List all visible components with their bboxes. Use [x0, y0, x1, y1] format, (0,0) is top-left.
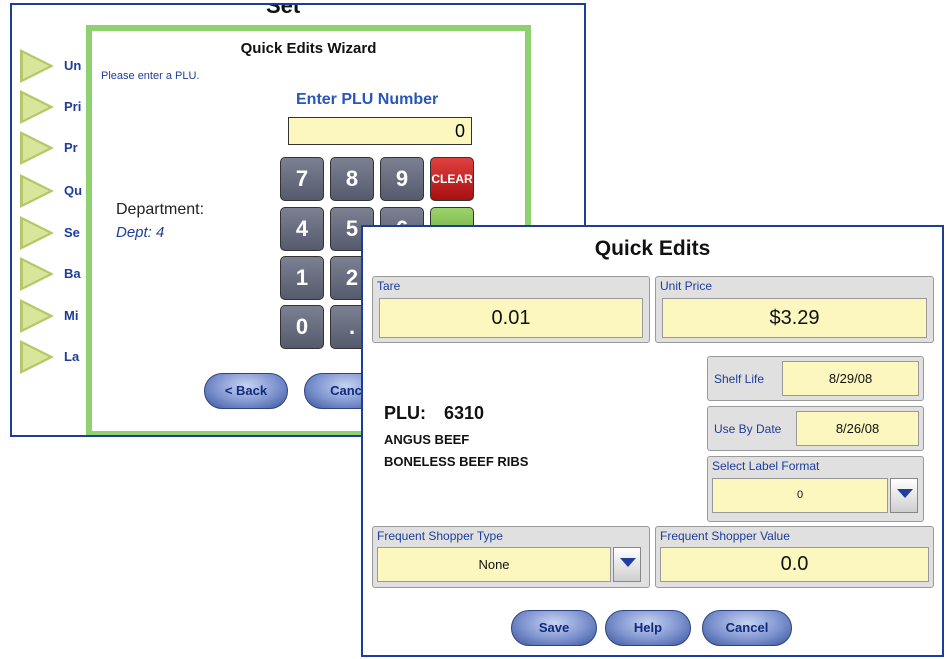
- tare-panel: Tare 0.01: [372, 276, 650, 343]
- use-by-panel: Use By Date 8/26/08: [707, 406, 924, 451]
- chevron-down-icon[interactable]: [613, 547, 641, 582]
- cancel-button[interactable]: Cancel: [702, 610, 792, 646]
- key-8[interactable]: 8: [330, 157, 374, 201]
- fs-value-field[interactable]: 0.0: [660, 547, 929, 582]
- tare-field[interactable]: 0.01: [379, 298, 643, 338]
- key-1[interactable]: 1: [280, 256, 324, 300]
- arrow-icon: [20, 216, 54, 250]
- shelf-life-label: Shelf Life: [714, 371, 765, 386]
- unit-price-field[interactable]: $3.29: [662, 298, 927, 338]
- arrow-icon: [20, 257, 54, 291]
- plu-heading: Enter PLU Number: [296, 91, 439, 108]
- unit-price-panel: Unit Price $3.29: [655, 276, 934, 343]
- shelf-life-field[interactable]: 8/29/08: [782, 361, 919, 396]
- plu-input[interactable]: 0: [288, 117, 472, 145]
- quick-edits-title: Quick Edits: [594, 237, 711, 260]
- department-value: Dept: 4: [116, 224, 165, 241]
- key-9[interactable]: 9: [380, 157, 424, 201]
- department-label: Department:: [116, 201, 205, 218]
- wizard-prompt: Please enter a PLU.: [101, 70, 200, 82]
- save-button[interactable]: Save: [511, 610, 597, 646]
- arrow-icon: [20, 299, 54, 333]
- key-7[interactable]: 7: [280, 157, 324, 201]
- arrow-icon: [20, 174, 54, 208]
- clear-key[interactable]: CLEAR: [430, 157, 474, 201]
- arrow-icon: [20, 49, 54, 83]
- arrow-icon: [20, 340, 54, 374]
- chevron-down-icon[interactable]: [890, 478, 918, 513]
- key-4[interactable]: 4: [280, 207, 324, 251]
- back-button[interactable]: < Back: [204, 373, 288, 409]
- plu-label: PLU:: [384, 403, 426, 423]
- use-by-label: Use By Date: [714, 421, 782, 436]
- wizard-title: Quick Edits Wizard: [240, 40, 377, 57]
- shelf-life-panel: Shelf Life 8/29/08: [707, 356, 924, 401]
- label-format-panel: Select Label Format 0: [707, 456, 924, 522]
- fs-type-panel: Frequent Shopper Type None: [372, 526, 650, 588]
- plu-display: PLU: 6310: [384, 403, 484, 424]
- unit-price-label: Unit Price: [660, 279, 713, 293]
- quick-edits-window: Quick Edits Tare 0.01 Unit Price $3.29 S…: [361, 225, 944, 657]
- item-description-line-1: ANGUS BEEF: [384, 432, 470, 447]
- arrow-icon: [20, 131, 54, 165]
- label-format-select[interactable]: 0: [712, 478, 888, 513]
- tare-label: Tare: [377, 279, 401, 293]
- key-0[interactable]: 0: [280, 305, 324, 349]
- fs-type-label: Frequent Shopper Type: [377, 529, 503, 543]
- arrow-icon: [20, 90, 54, 124]
- fs-type-select[interactable]: None: [377, 547, 611, 582]
- plu-number: 6310: [444, 403, 485, 423]
- label-format-label: Select Label Format: [712, 459, 820, 473]
- background-title: Set: [266, 3, 301, 18]
- fs-value-label: Frequent Shopper Value: [660, 529, 790, 543]
- use-by-field[interactable]: 8/26/08: [796, 411, 919, 446]
- help-button[interactable]: Help: [605, 610, 691, 646]
- fs-value-panel: Frequent Shopper Value 0.0: [655, 526, 934, 588]
- item-description-line-2: BONELESS BEEF RIBS: [384, 454, 529, 469]
